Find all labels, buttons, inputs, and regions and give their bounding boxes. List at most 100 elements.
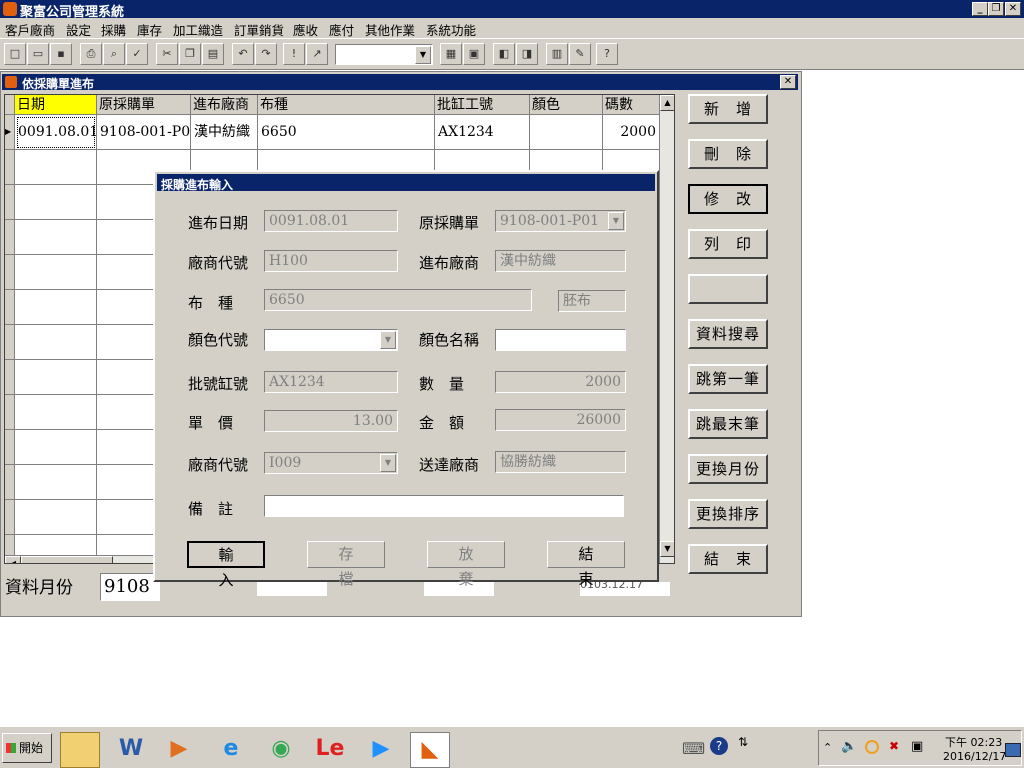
col-header-color[interactable]: 顏色	[530, 95, 603, 115]
start-button[interactable]: 開始	[2, 733, 52, 763]
modify-button[interactable]: 修 改	[688, 184, 768, 214]
new-file-icon[interactable]: □	[4, 43, 26, 65]
data-month-value[interactable]: 9108	[100, 573, 160, 601]
desktop-icon[interactable]	[1005, 743, 1021, 757]
po-select[interactable]: 9108-001-P01 ▼	[495, 210, 626, 232]
tray-arrow-icon[interactable]: ⇅	[738, 735, 748, 749]
col-header-po[interactable]: 原採購單	[97, 95, 191, 115]
scroll-thumb[interactable]	[21, 556, 113, 563]
row-header[interactable]	[5, 255, 15, 290]
avast-icon[interactable]	[865, 740, 879, 754]
grid-cell-date[interactable]	[15, 185, 97, 220]
minimize-button[interactable]: _	[972, 2, 988, 16]
database-edit-icon[interactable]: ◨	[516, 43, 538, 65]
first-record-button[interactable]: 跳第一筆	[688, 364, 768, 394]
grid-cell-date[interactable]	[15, 430, 97, 465]
vendor-code-2-select[interactable]: I009 ▼	[264, 452, 398, 474]
grid-cell-date[interactable]	[15, 395, 97, 430]
dialog-close-button[interactable]: 結束	[547, 541, 625, 588]
restore-button[interactable]: ❐	[988, 2, 1004, 16]
network-error-icon[interactable]: ✖	[889, 739, 899, 753]
form-icon[interactable]: ▥	[546, 43, 568, 65]
blank-button[interactable]	[688, 274, 768, 304]
exit-button[interactable]: 結 束	[688, 544, 768, 574]
volume-icon[interactable]: 🔈	[841, 739, 857, 754]
delete-button[interactable]: 刪 除	[688, 139, 768, 169]
scroll-up-icon[interactable]: ▲	[660, 95, 674, 111]
grid-cell-date[interactable]	[15, 150, 97, 185]
copy-icon[interactable]: ❐	[179, 43, 201, 65]
save-button[interactable]: 存檔	[307, 541, 385, 588]
qty-input[interactable]: 2000	[495, 371, 626, 393]
chevron-down-icon[interactable]: ▼	[608, 212, 624, 230]
col-header-yards[interactable]: 碼數	[603, 95, 661, 115]
row-header[interactable]	[5, 325, 15, 360]
row-header[interactable]	[5, 360, 15, 395]
word-icon[interactable]: W	[112, 732, 150, 766]
tray-expand-icon[interactable]: ⌃	[823, 741, 832, 754]
database-icon[interactable]: ◧	[493, 43, 515, 65]
add-button[interactable]: 新 增	[688, 94, 768, 124]
grid-cell-fabric[interactable]: 6650	[258, 115, 435, 150]
col-header-vendor[interactable]: 進布廠商	[191, 95, 258, 115]
color-name-input[interactable]	[495, 329, 626, 351]
keyboard-icon[interactable]: ⌨	[682, 739, 705, 758]
search-button[interactable]: 資料搜尋	[688, 319, 768, 349]
batch-input[interactable]: AX1234	[264, 371, 398, 393]
row-header[interactable]	[5, 290, 15, 325]
open-folder-icon[interactable]: ▭	[27, 43, 49, 65]
toolbar-combo[interactable]: ▼	[335, 44, 433, 65]
grid-cell-date[interactable]	[15, 325, 97, 360]
grid-cell-date[interactable]	[15, 290, 97, 325]
col-header-date[interactable]: 日期	[15, 95, 97, 115]
row-header[interactable]	[5, 430, 15, 465]
file-explorer-icon[interactable]	[60, 732, 100, 768]
grid-cell-date[interactable]	[15, 255, 97, 290]
close-button[interactable]: ✕	[1005, 2, 1021, 16]
menu-purchase[interactable]: 採購	[101, 20, 126, 39]
cut-icon[interactable]: ✂	[156, 43, 178, 65]
row-header[interactable]: ▶	[5, 115, 15, 150]
fox-app-icon[interactable]: ◣	[410, 732, 450, 768]
grid-cell-date[interactable]	[15, 360, 97, 395]
grid-cell-batch[interactable]: AX1234	[435, 115, 530, 150]
row-header[interactable]	[5, 150, 15, 185]
grid-cell-color[interactable]	[530, 115, 603, 150]
input-button[interactable]: 輸入	[187, 541, 265, 589]
fabric-type-input[interactable]: 胚布	[558, 290, 626, 312]
child-close-button[interactable]: ✕	[780, 75, 796, 89]
help-icon[interactable]: ?	[596, 43, 618, 65]
fabric-input[interactable]: 6650	[264, 289, 532, 311]
col-header-batch[interactable]: 批缸工號	[435, 95, 530, 115]
menu-customers[interactable]: 客戶廠商	[5, 20, 55, 39]
grid-vertical-scrollbar[interactable]: ▲ ▼	[659, 95, 674, 563]
print-button[interactable]: 列 印	[688, 229, 768, 259]
chart-icon[interactable]: ↗	[306, 43, 328, 65]
row-header[interactable]	[5, 500, 15, 535]
scroll-down-icon[interactable]: ▼	[660, 541, 674, 557]
deliver-input[interactable]: 協勝紡織	[495, 451, 626, 473]
grid-cell-yards[interactable]: 2000	[603, 115, 661, 150]
redo-icon[interactable]: ↷	[255, 43, 277, 65]
grid-cell-date[interactable]	[15, 465, 97, 500]
menu-settings[interactable]: 設定	[66, 20, 91, 39]
price-input[interactable]: 13.00	[264, 410, 398, 432]
note-input[interactable]	[264, 495, 624, 517]
spellcheck-icon[interactable]: ✓	[126, 43, 148, 65]
grid-cell-date[interactable]: 0091.08.01	[15, 115, 97, 150]
date-field-input[interactable]: 0091.08.01	[264, 210, 398, 232]
grid-cell-vendor[interactable]: 漢中紡織	[191, 115, 258, 150]
menu-orders[interactable]: 訂單銷貨	[234, 20, 284, 39]
paste-icon[interactable]: ▤	[202, 43, 224, 65]
exclamation-icon[interactable]: !	[283, 43, 305, 65]
chevron-down-icon[interactable]: ▼	[380, 454, 396, 472]
chrome-icon[interactable]: ◉	[262, 732, 300, 766]
menu-receivable[interactable]: 應收	[293, 20, 318, 39]
scroll-left-icon[interactable]: ◀	[5, 556, 21, 563]
ie-browser-icon[interactable]: e	[212, 732, 250, 766]
media-player-icon[interactable]: ▶	[160, 732, 198, 766]
grid-cell-date[interactable]	[15, 220, 97, 255]
vendor-input[interactable]: 漢中紡織	[495, 250, 626, 272]
grid-cell-po[interactable]: 9108-001-P01	[97, 115, 191, 150]
last-record-button[interactable]: 跳最末筆	[688, 409, 768, 439]
